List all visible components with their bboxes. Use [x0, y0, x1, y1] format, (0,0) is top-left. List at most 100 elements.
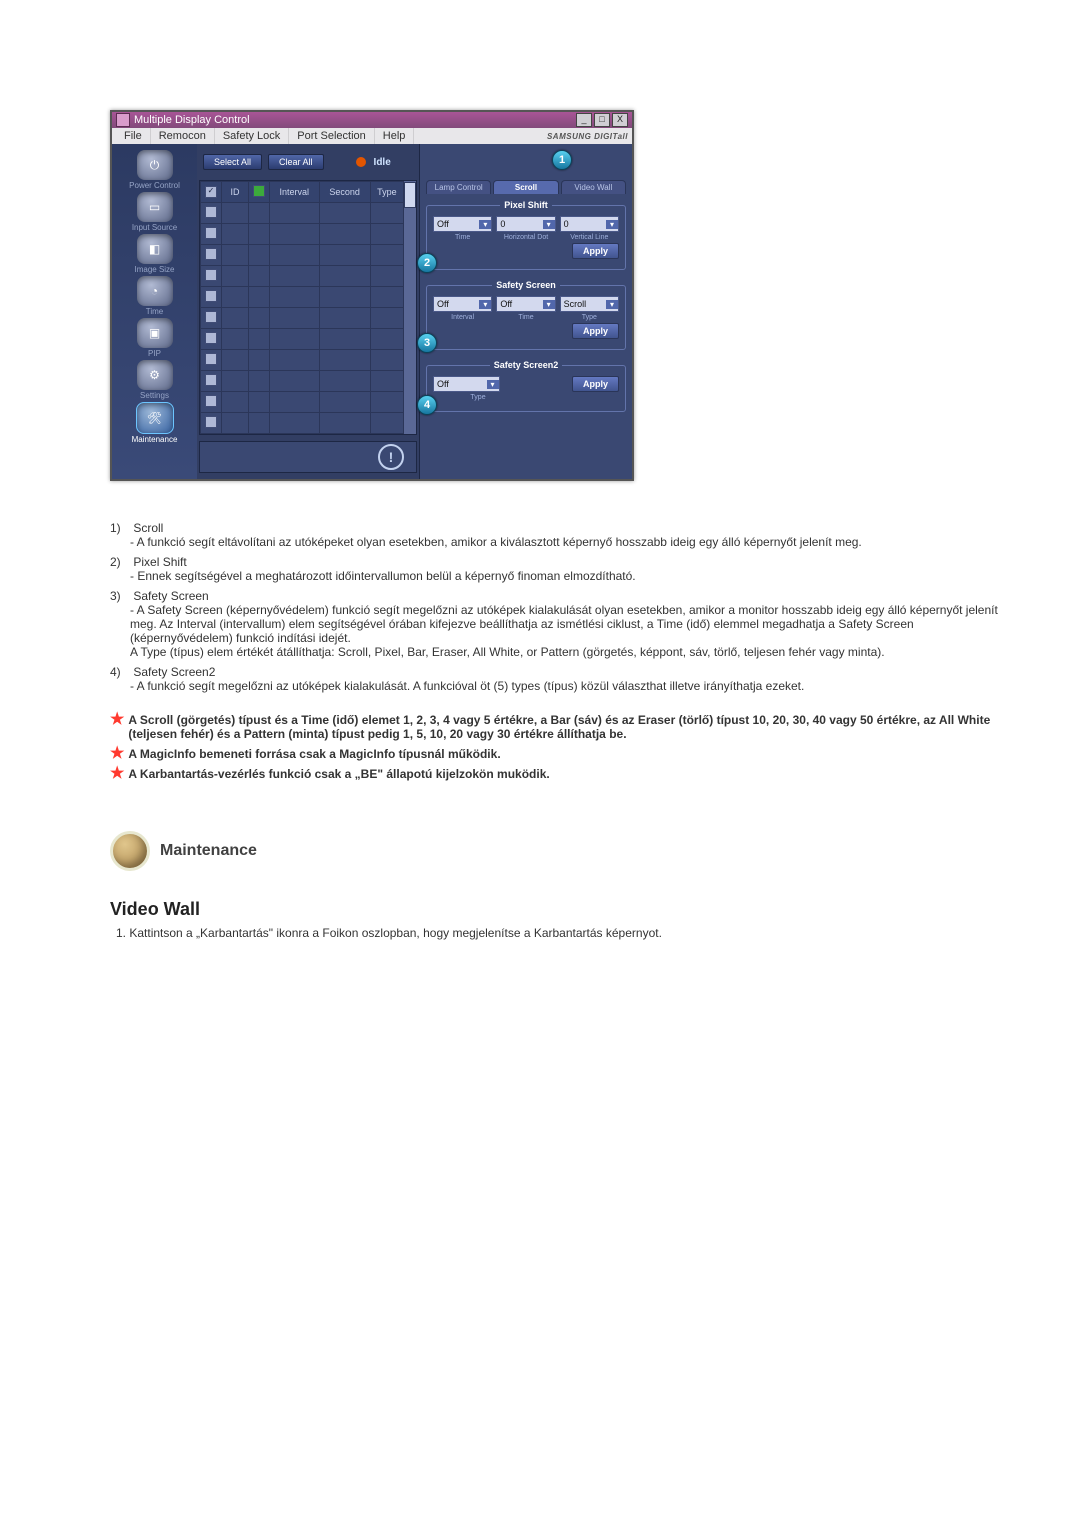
settings-icon: ⚙ — [137, 360, 173, 390]
doc-item-2: 2) Pixel Shift Ennek segítségével a megh… — [110, 555, 1015, 583]
menu-safety-lock[interactable]: Safety Lock — [215, 128, 289, 144]
row-checkbox[interactable] — [205, 227, 217, 239]
sidebar-item-label: PIP — [148, 349, 161, 358]
sidebar-item-settings[interactable]: ⚙ Settings — [137, 360, 173, 400]
grid-table: ID Interval Second Type — [200, 181, 404, 434]
menu-port-selection[interactable]: Port Selection — [289, 128, 374, 144]
doc-text: Ennek segítségével a meghatározott időin… — [130, 569, 1015, 583]
app-icon — [116, 113, 130, 127]
chevron-down-icon[interactable]: ▾ — [543, 220, 555, 229]
table-row[interactable] — [201, 329, 404, 350]
sidebar-item-maintenance[interactable]: 🛠 Maintenance — [132, 402, 178, 444]
sidebar-item-label: Settings — [140, 391, 169, 400]
minimize-button[interactable]: _ — [576, 113, 592, 127]
clear-all-button[interactable]: Clear All — [268, 154, 324, 170]
doc-item-3: 3) Safety Screen A Safety Screen (képern… — [110, 589, 1015, 659]
doc-num: 3) — [110, 589, 130, 603]
apply-button[interactable]: Apply — [572, 243, 619, 259]
tabs: Lamp Control Scroll Video Wall — [426, 180, 626, 194]
panel-safety-screen: Safety Screen Off▾ Off▾ Scroll▾ Interval… — [426, 280, 626, 350]
right-panel: 1 Lamp Control Scroll Video Wall Pixel S… — [419, 144, 632, 479]
select-all-button[interactable]: Select All — [203, 154, 262, 170]
sidebar-item-power-control[interactable]: ⏻ Power Control — [129, 150, 180, 190]
combo-type[interactable]: Off▾ — [433, 376, 500, 392]
menu-help[interactable]: Help — [375, 128, 415, 144]
combo-hdot[interactable]: 0▾ — [496, 216, 555, 232]
combo-time[interactable]: Off▾ — [496, 296, 555, 312]
note-text: A Karbantartás-vezérlés funkció csak a „… — [128, 767, 549, 781]
note-2: ★ A MagicInfo bemeneti forrása csak a Ma… — [110, 747, 1015, 761]
grid: ID Interval Second Type — [199, 180, 417, 435]
row-checkbox[interactable] — [205, 206, 217, 218]
row-checkbox[interactable] — [205, 332, 217, 344]
panel-title: Pixel Shift — [500, 200, 552, 210]
close-button[interactable]: X — [612, 113, 628, 127]
tab-scroll[interactable]: Scroll — [493, 180, 558, 194]
col-type[interactable]: Type — [370, 182, 403, 203]
chevron-down-icon[interactable]: ▾ — [543, 300, 555, 309]
col-second[interactable]: Second — [319, 182, 370, 203]
doc-text: A Safety Screen (képernyővédelem) funkci… — [130, 603, 1015, 659]
doc-item-4: 4) Safety Screen2 A funkció segít megelő… — [110, 665, 1015, 693]
table-row[interactable] — [201, 287, 404, 308]
panel-pixel-shift: Pixel Shift Off▾ 0▾ 0▾ Time Horizontal D… — [426, 200, 626, 270]
table-row[interactable] — [201, 371, 404, 392]
col-checkbox[interactable] — [201, 182, 222, 203]
menu-file[interactable]: File — [116, 128, 151, 144]
col-id[interactable]: ID — [222, 182, 249, 203]
row-checkbox[interactable] — [205, 290, 217, 302]
table-row[interactable] — [201, 266, 404, 287]
section-heading: Maintenance — [110, 831, 1015, 871]
maintenance-icon: 🛠 — [136, 402, 174, 434]
sidebar-item-label: Input Source — [132, 223, 177, 232]
combo-vline[interactable]: 0▾ — [560, 216, 619, 232]
menu-remocon[interactable]: Remocon — [151, 128, 215, 144]
chevron-down-icon[interactable]: ▾ — [479, 300, 491, 309]
table-row[interactable] — [201, 224, 404, 245]
brand-logo: SAMSUNG DIGITall — [547, 132, 628, 141]
table-row[interactable] — [201, 245, 404, 266]
table-row[interactable] — [201, 203, 404, 224]
table-row[interactable] — [201, 308, 404, 329]
combo-interval[interactable]: Off▾ — [433, 296, 492, 312]
tab-video-wall[interactable]: Video Wall — [561, 180, 626, 194]
scrollbar-thumb[interactable] — [404, 182, 416, 208]
sidebar-item-pip[interactable]: ▣ PIP — [137, 318, 173, 358]
combo-time[interactable]: Off▾ — [433, 216, 492, 232]
col-status[interactable] — [249, 182, 270, 203]
table-row[interactable] — [201, 413, 404, 434]
tab-lamp-control[interactable]: Lamp Control — [426, 180, 491, 194]
chevron-down-icon[interactable]: ▾ — [606, 300, 618, 309]
row-checkbox[interactable] — [205, 311, 217, 323]
star-icon: ★ — [110, 713, 124, 727]
maintenance-section-icon — [110, 831, 150, 871]
row-checkbox[interactable] — [205, 395, 217, 407]
maximize-button[interactable]: □ — [594, 113, 610, 127]
star-icon: ★ — [110, 747, 124, 761]
chevron-down-icon[interactable]: ▾ — [479, 220, 491, 229]
apply-button[interactable]: Apply — [572, 376, 619, 392]
col-interval[interactable]: Interval — [270, 182, 320, 203]
window-title: Multiple Display Control — [134, 114, 250, 126]
table-row[interactable] — [201, 392, 404, 413]
sidebar-item-image-size[interactable]: ◧ Image Size — [134, 234, 174, 274]
pip-icon: ▣ — [137, 318, 173, 348]
sidebar-item-time[interactable]: ◔ Time — [137, 276, 173, 316]
chevron-down-icon[interactable]: ▾ — [606, 220, 618, 229]
row-checkbox[interactable] — [205, 416, 217, 428]
checkbox-icon[interactable] — [205, 186, 217, 198]
combo-type[interactable]: Scroll▾ — [560, 296, 619, 312]
apply-button[interactable]: Apply — [572, 323, 619, 339]
row-checkbox[interactable] — [205, 374, 217, 386]
row-checkbox[interactable] — [205, 269, 217, 281]
sidebar-item-input-source[interactable]: ▭ Input Source — [132, 192, 177, 232]
star-icon: ★ — [110, 767, 124, 781]
time-icon: ◔ — [137, 276, 173, 306]
doc-item-1: 1) Scroll A funkció segít eltávolítani a… — [110, 521, 1015, 549]
grid-scrollbar[interactable] — [404, 181, 416, 434]
panel-title: Safety Screen — [492, 280, 560, 290]
row-checkbox[interactable] — [205, 353, 217, 365]
row-checkbox[interactable] — [205, 248, 217, 260]
chevron-down-icon[interactable]: ▾ — [487, 380, 499, 389]
table-row[interactable] — [201, 350, 404, 371]
